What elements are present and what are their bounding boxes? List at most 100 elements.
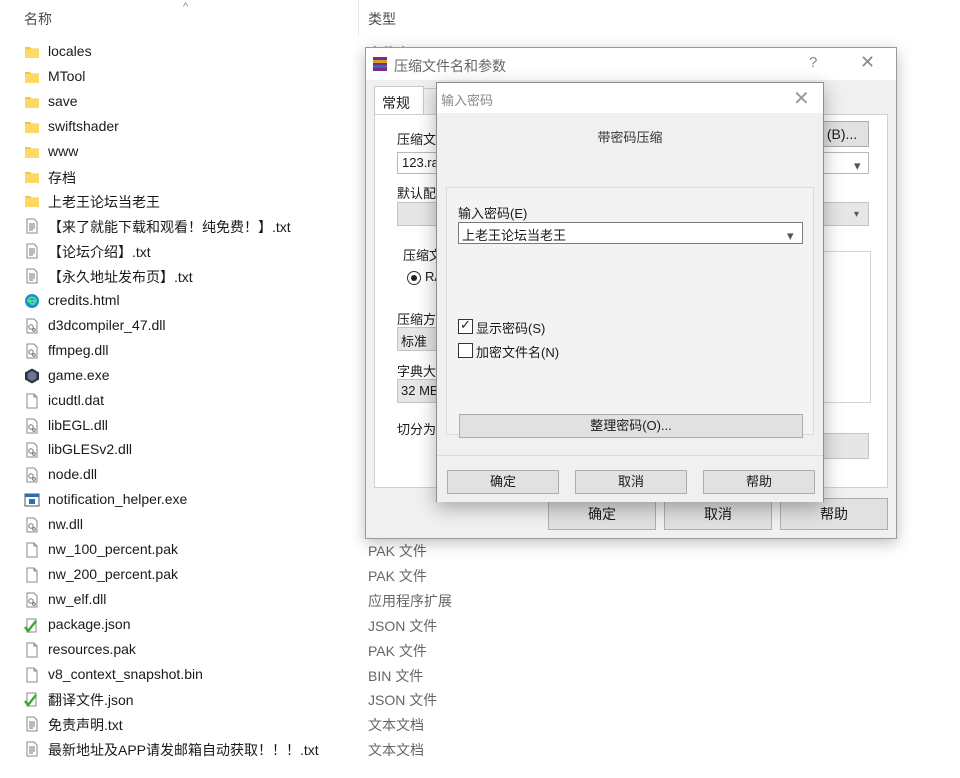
file-row[interactable]: 免责声明.txt 文本文档: [0, 712, 960, 737]
file-type: PAK 文件: [368, 543, 427, 559]
sort-ascending-icon: ^: [183, 1, 189, 13]
blank-file-icon: [24, 667, 40, 683]
file-row[interactable]: nw_200_percent.pak PAK 文件: [0, 563, 960, 588]
file-type: PAK 文件: [368, 567, 427, 584]
file-name: notification_helper.exe: [48, 491, 188, 508]
file-name: 【永久地址发布页】.txt: [48, 269, 193, 286]
archive-dialog-titlebar[interactable]: 压缩文件名和参数 ? ✕: [366, 48, 896, 80]
password-help-button[interactable]: 帮助: [703, 470, 815, 494]
blank-file-icon: [24, 567, 40, 583]
close-icon[interactable]: ✕: [793, 86, 810, 111]
dll-file-icon: [24, 343, 40, 359]
file-name: libEGL.dll: [48, 416, 108, 433]
file-type: 文本文档: [368, 717, 424, 734]
archive-dialog-title: 压缩文件名和参数: [394, 58, 506, 74]
file-name: 翻译文件.json: [48, 692, 134, 709]
checkmark-icon: ✓: [460, 317, 471, 332]
file-row[interactable]: resources.pak PAK 文件: [0, 638, 960, 663]
folder-icon: [24, 193, 40, 209]
file-name: nw_100_percent.pak: [48, 541, 178, 557]
archive-ok-button[interactable]: 确定: [548, 498, 656, 530]
file-row[interactable]: 翻译文件.json JSON 文件: [0, 687, 960, 712]
dll-file-icon: [24, 517, 40, 533]
folder-icon: [24, 44, 40, 60]
winrar-icon: [373, 57, 387, 71]
password-ok-button[interactable]: 确定: [447, 470, 559, 494]
file-name: d3dcompiler_47.dll: [48, 316, 166, 333]
folder-icon: [24, 119, 40, 135]
file-row[interactable]: nw_100_percent.pak PAK 文件: [0, 538, 960, 563]
password-input[interactable]: 上老王论坛当老王 ▾: [458, 222, 803, 244]
file-name: nw_elf.dll: [48, 590, 107, 607]
type-column-header[interactable]: 类型: [368, 9, 396, 29]
encrypt-filenames-checkbox[interactable]: ✓: [458, 343, 473, 358]
folder-icon: [24, 94, 40, 110]
password-dialog-titlebar[interactable]: 输入密码 ✕: [437, 83, 823, 113]
show-password-label: 显示密码(S): [476, 321, 546, 336]
file-name: nw_200_percent.pak: [48, 565, 178, 582]
file-name: v8_context_snapshot.bin: [48, 665, 203, 682]
file-row[interactable]: package.json JSON 文件: [0, 613, 960, 638]
help-icon[interactable]: ?: [809, 54, 817, 71]
file-type: PAK 文件: [368, 642, 427, 659]
password-dialog-heading: 带密码压缩: [597, 130, 663, 145]
file-name: save: [48, 92, 78, 109]
archive-name-value: 123.ra: [402, 155, 439, 170]
file-name: credits.html: [48, 292, 120, 308]
dll-file-icon: [24, 592, 40, 608]
file-name: icudtl.dat: [48, 391, 105, 408]
folder-icon: [24, 169, 40, 185]
blank-file-icon: [24, 642, 40, 658]
file-name: resources.pak: [48, 640, 136, 657]
format-rar-radio[interactable]: [407, 271, 421, 285]
file-name: 存档: [48, 169, 76, 186]
column-header: 名称 ^ 类型: [0, 0, 960, 36]
json-file-icon: [24, 617, 40, 633]
archive-name-label: 压缩文: [397, 132, 437, 147]
dll-file-icon: [24, 318, 40, 334]
exe-file-icon: [24, 492, 40, 508]
enter-password-dialog: 输入密码 ✕ 带密码压缩 输入密码(E) 上老王论坛当老王 ▾ ✓ 显示密码(S…: [436, 82, 824, 502]
file-type: 文本文档: [368, 742, 424, 759]
method-label: 压缩方: [397, 312, 437, 327]
encrypt-filenames-label: 加密文件名(N): [476, 345, 560, 360]
file-row[interactable]: 最新地址及APP请发邮箱自动获取！！！.txt 文本文档: [0, 737, 960, 762]
text-file-icon: [24, 218, 40, 234]
tab-general[interactable]: 常规: [374, 86, 424, 115]
blank-file-icon: [24, 542, 40, 558]
split-volumes-label: 切分为: [397, 422, 437, 437]
show-password-checkbox[interactable]: ✓: [458, 317, 473, 334]
archive-help-button[interactable]: 帮助: [780, 498, 888, 530]
file-type: JSON 文件: [368, 692, 438, 709]
file-name: swiftshader: [48, 117, 119, 134]
chevron-down-icon[interactable]: ▾: [787, 228, 794, 244]
text-file-icon: [24, 268, 40, 284]
dll-file-icon: [24, 418, 40, 434]
file-name: package.json: [48, 615, 131, 632]
file-name: game.exe: [48, 366, 110, 383]
dll-file-icon: [24, 467, 40, 483]
file-row[interactable]: nw_elf.dll 应用程序扩展: [0, 588, 960, 613]
archive-cancel-button[interactable]: 取消: [664, 498, 772, 530]
file-row[interactable]: v8_context_snapshot.bin BIN 文件: [0, 663, 960, 688]
file-name: libGLESv2.dll: [48, 441, 133, 458]
file-name: 最新地址及APP请发邮箱自动获取！！！.txt: [48, 742, 319, 759]
password-cancel-button[interactable]: 取消: [575, 470, 687, 494]
file-name: ffmpeg.dll: [48, 341, 109, 358]
file-name: www: [48, 142, 79, 159]
blank-file-icon: [24, 393, 40, 409]
file-type: BIN 文件: [368, 667, 424, 684]
organize-passwords-button[interactable]: 整理密码(O)...: [459, 414, 803, 438]
name-column-header[interactable]: 名称: [24, 9, 52, 29]
column-divider[interactable]: [358, 0, 359, 36]
file-name: MTool: [48, 67, 86, 84]
password-label: 输入密码(E): [458, 206, 528, 221]
file-name: locales: [48, 43, 92, 59]
dictionary-value: 32 MB: [401, 383, 439, 398]
file-name: 【论坛介绍】.txt: [48, 244, 151, 261]
file-name: 免责声明.txt: [48, 717, 123, 734]
file-type: 应用程序扩展: [368, 592, 452, 609]
chevron-down-icon: ▾: [854, 158, 861, 173]
close-icon[interactable]: ✕: [860, 52, 875, 73]
password-dialog-button-bar: 确定 取消 帮助: [437, 455, 823, 502]
